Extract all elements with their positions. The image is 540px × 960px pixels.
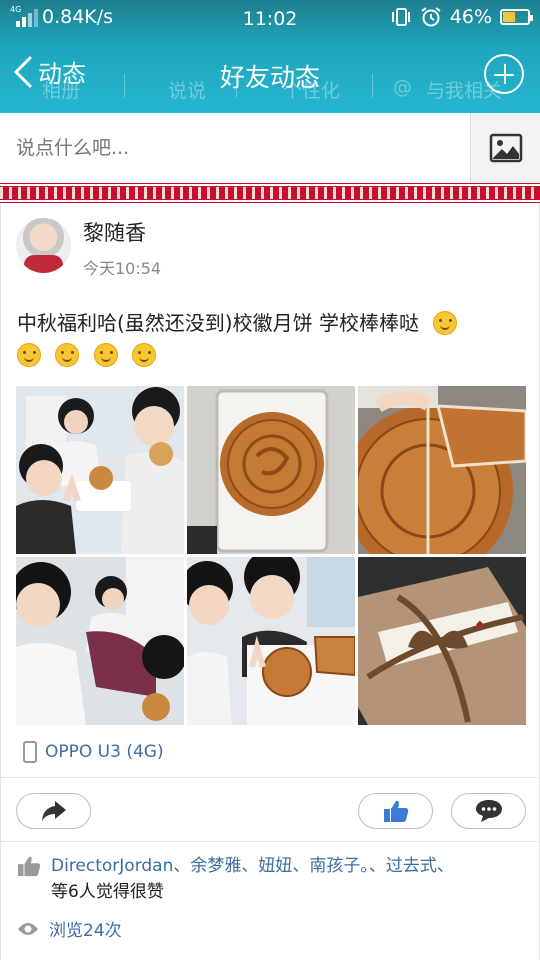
device-source: OPPO U3 (4G) — [23, 741, 164, 763]
likes-count[interactable]: 等6人觉得很赞 — [17, 879, 527, 905]
compose-input[interactable] — [0, 113, 470, 183]
smile-emoji-icon — [55, 343, 80, 367]
compose-bar — [0, 113, 540, 183]
photo-thumbnail[interactable] — [187, 557, 355, 725]
smile-emoji-icon — [17, 343, 41, 367]
vibrate-icon — [391, 8, 410, 26]
post-text-content: 中秋福利哈(虽然还没到)校徽月饼 学校棒棒哒 — [17, 311, 419, 335]
like-button[interactable] — [358, 793, 433, 829]
share-button[interactable] — [16, 793, 91, 829]
post-text: 中秋福利哈(虽然还没到)校徽月饼 学校棒棒哒 — [17, 307, 527, 371]
likes-names[interactable]: DirectorJordan、余梦雅、妞妞、南孩子。、过去式、 — [17, 853, 527, 879]
status-bar: 4G 0.84K/s 11:02 46% — [0, 0, 540, 38]
alarm-icon — [421, 7, 441, 27]
thumbs-up-icon — [383, 800, 408, 822]
comment-button[interactable] — [451, 793, 526, 829]
post-time: 今天10:54 — [83, 259, 162, 278]
image-icon — [489, 133, 522, 163]
battery-percent: 46% — [449, 6, 492, 28]
photo-thumbnail[interactable]: ◆ — [358, 557, 526, 725]
photo-grid: ◆ — [16, 386, 527, 725]
eye-icon — [18, 922, 38, 935]
share-arrow-icon — [41, 801, 66, 821]
photo-thumbnail[interactable] — [187, 386, 355, 554]
comment-bubble-icon — [475, 800, 502, 822]
likes-summary: DirectorJordan、余梦雅、妞妞、南孩子。、过去式、 等6人觉得很赞 — [17, 853, 527, 905]
app-header: 4G 0.84K/s 11:02 46% 相册 说说 个性化 @ 与我相关 动态… — [0, 0, 540, 113]
nav-bar: 动态 好友动态 — [0, 44, 540, 104]
view-count: 浏览24次 — [17, 916, 122, 941]
device-label: OPPO U3 (4G) — [45, 742, 164, 762]
photo-thumbnail[interactable] — [16, 557, 184, 725]
view-count-label: 浏览24次 — [49, 921, 122, 941]
decorative-band — [0, 183, 540, 203]
svg-text:◆: ◆ — [476, 619, 484, 630]
photo-thumbnail[interactable] — [16, 386, 184, 554]
thumbs-up-icon — [18, 856, 41, 877]
smile-emoji-icon — [93, 343, 118, 367]
avatar[interactable] — [16, 218, 71, 273]
post-author[interactable]: 黎随香 — [83, 217, 146, 247]
divider — [1, 841, 540, 842]
photo-thumbnail[interactable] — [358, 386, 526, 554]
divider — [1, 777, 540, 778]
battery-icon — [500, 9, 533, 25]
phone-icon — [23, 741, 37, 763]
smile-emoji-icon — [132, 343, 157, 367]
feed-post: 黎随香 今天10:54 中秋福利哈(虽然还没到)校徽月饼 学校棒棒哒 ◆ OPP… — [0, 203, 540, 960]
add-post-button[interactable] — [484, 54, 524, 94]
add-image-button[interactable] — [470, 113, 540, 183]
smile-emoji-icon — [433, 311, 458, 335]
page-title: 好友动态 — [219, 63, 320, 92]
